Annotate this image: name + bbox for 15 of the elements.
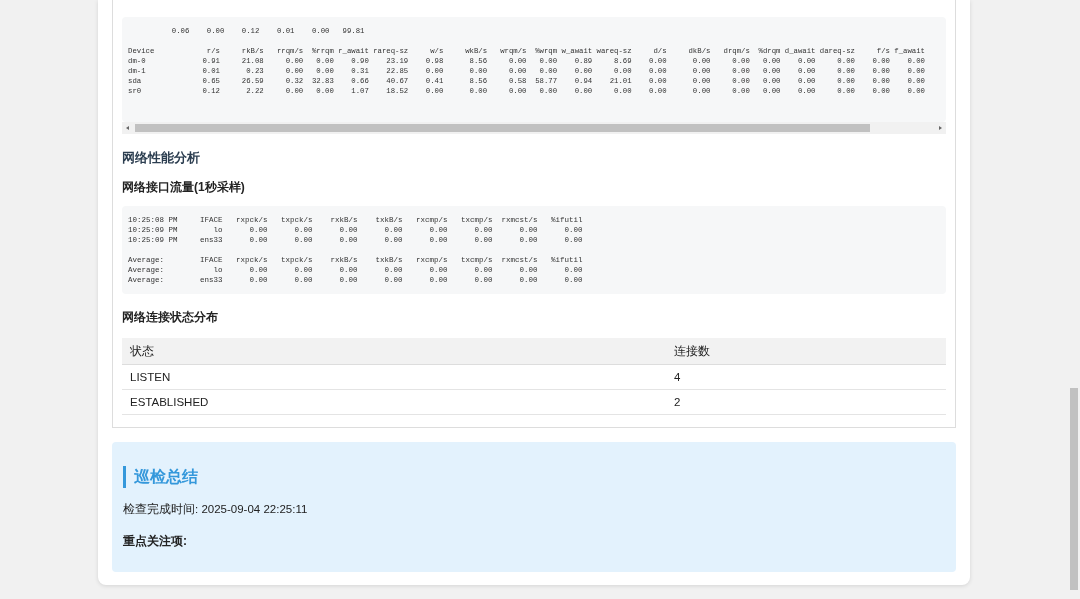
subsection-heading: 网络接口流量(1秒采样) — [122, 180, 246, 194]
table-cell: ESTABLISHED — [122, 389, 666, 415]
table-cell: 2 — [666, 389, 946, 415]
horizontal-scrollbar[interactable] — [122, 122, 946, 134]
subsection-heading: 网络连接状态分布 — [122, 310, 219, 324]
column-header: 状态 — [122, 338, 666, 365]
scroll-right-icon[interactable] — [936, 124, 944, 132]
summary-title: 巡检总结 — [123, 466, 198, 488]
completion-time: 检查完成时间: 2025-09-04 22:25:11 — [123, 502, 309, 517]
scroll-left-icon[interactable] — [124, 124, 132, 132]
table-cell: LISTEN — [122, 364, 666, 390]
column-header: 连接数 — [666, 338, 946, 365]
table-cell: 4 — [666, 364, 946, 390]
focus-heading: 重点关注项: — [123, 533, 188, 550]
section-heading: 网络性能分析 — [122, 150, 201, 166]
